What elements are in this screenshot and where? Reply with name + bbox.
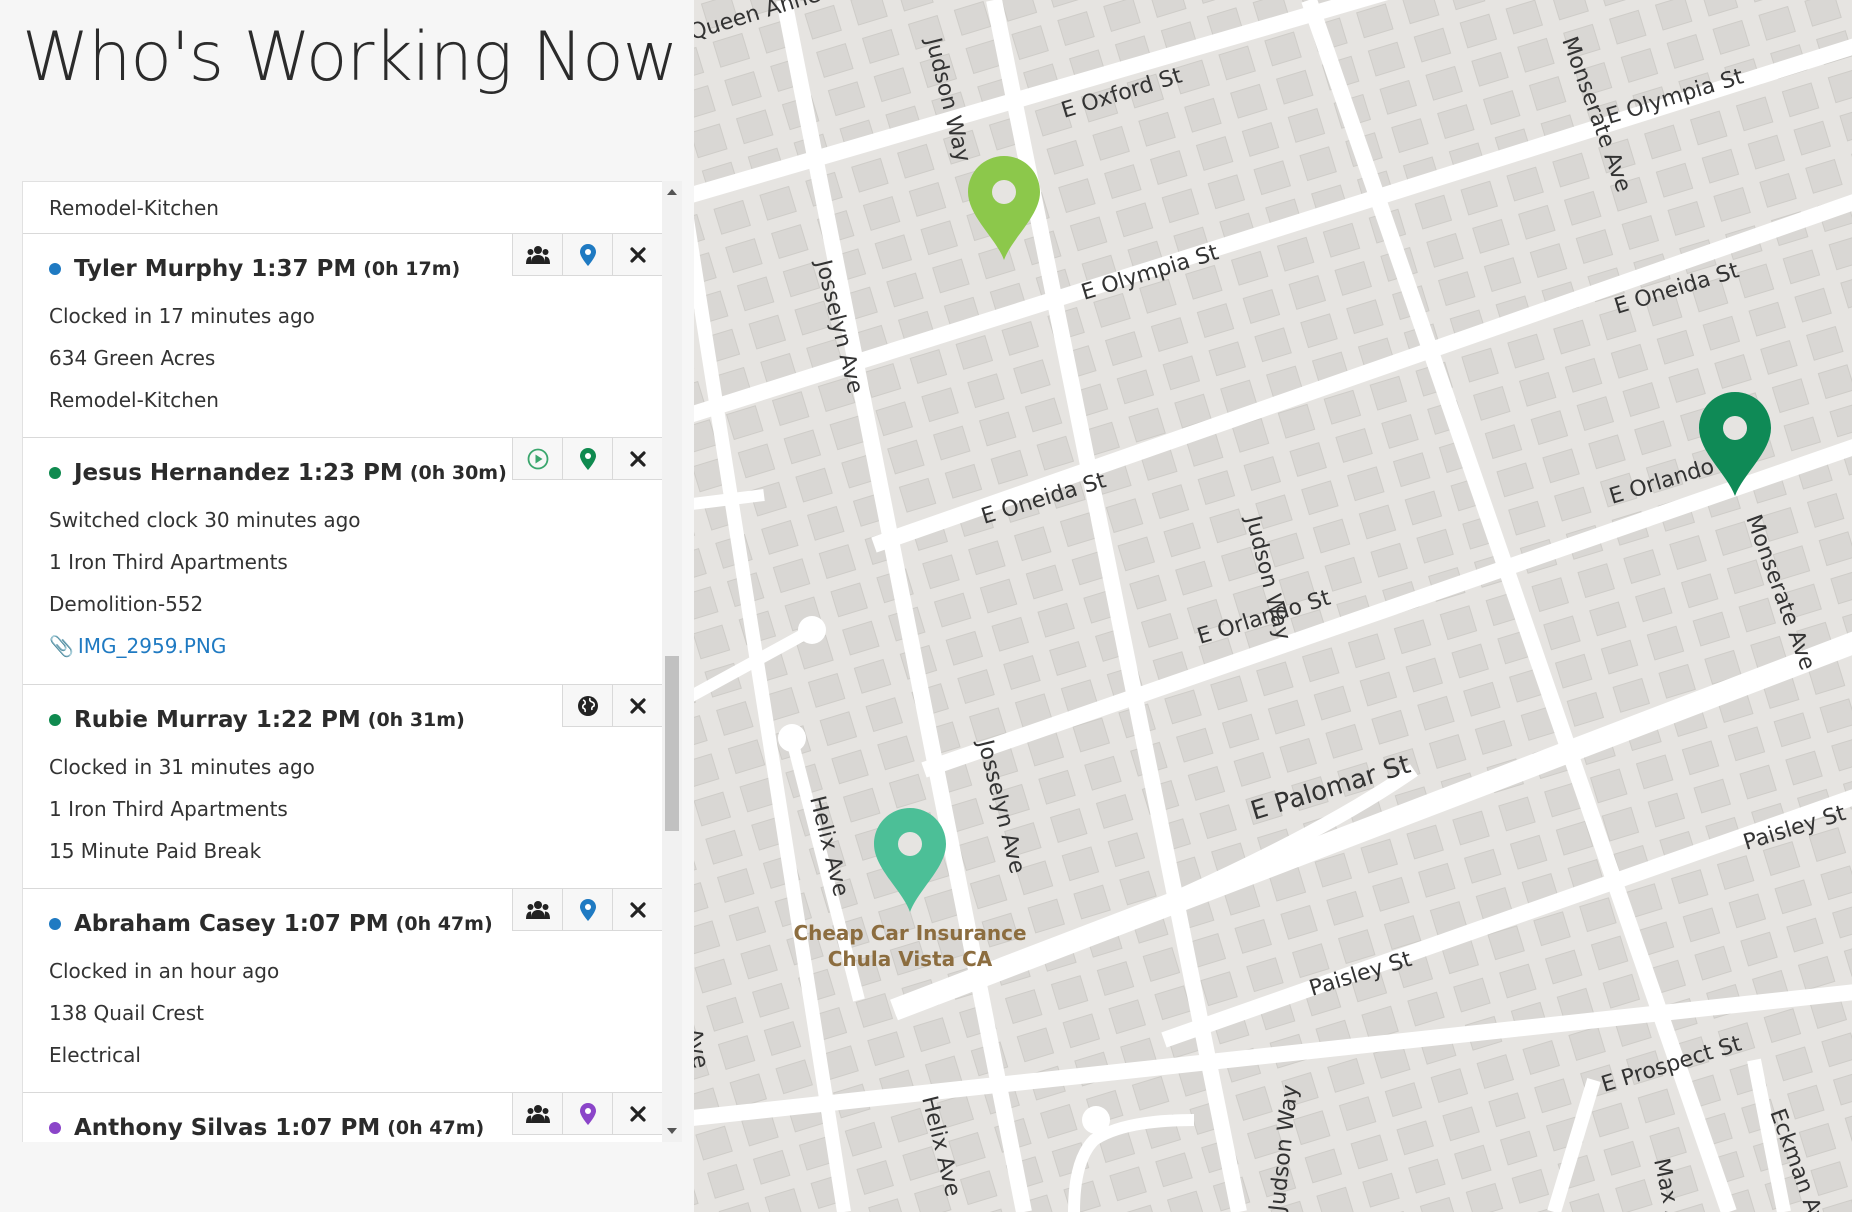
clock-time: 1:07 PM [275,1115,381,1141]
paperclip-icon: 📎 [49,634,74,658]
entry-status: Clocked in an hour ago [49,959,280,983]
entry-actions [562,685,662,727]
list-item[interactable]: Remodel-Kitchen [23,182,662,234]
employee-name-text: Rubie Murray [74,707,248,733]
map-pin-icon[interactable] [563,1093,613,1134]
attachment-link[interactable]: 📎 IMG_2959.PNG [49,634,226,658]
employee-name[interactable]: Rubie Murray 1:22 PM (0h 31m) [49,707,465,733]
entry-location: 634 Green Acres [49,346,216,370]
entry-actions [512,889,662,931]
map-view[interactable]: Queen Anne Dr E Oxford St E Olympia St E… [694,0,1852,1212]
list-item[interactable]: Tyler Murphy 1:37 PM (0h 17m) Clocked in… [23,234,662,438]
entry-job: Demolition-552 [49,592,204,616]
employee-list[interactable]: Remodel-Kitchen Tyler Murphy 1:37 PM (0h… [22,181,662,1142]
page-title: Who's Working Now [22,18,678,97]
employee-name-text: Abraham Casey [74,911,276,937]
entry-location: 1 Iron Third Apartments [49,797,288,821]
entry-status: Clocked in 31 minutes ago [49,755,315,779]
group-icon[interactable] [513,234,563,275]
map-canvas: Queen Anne Dr E Oxford St E Olympia St E… [694,0,1852,1212]
duration: (0h 47m) [387,1117,485,1139]
clock-time: 1:22 PM [255,707,361,733]
group-icon[interactable] [513,1093,563,1134]
entry-location: 138 Quail Crest [49,1001,204,1025]
status-dot [49,263,61,275]
entry-status: Switched clock 30 minutes ago [49,508,361,532]
employee-name[interactable]: Jesus Hernandez 1:23 PM (0h 30m) [49,460,507,486]
employee-name[interactable]: Anthony Silvas 1:07 PM (0h 47m) [49,1115,484,1141]
play-circle-icon[interactable] [513,438,563,479]
clock-time: 1:37 PM [251,256,357,282]
globe-icon[interactable] [563,685,613,726]
duration: (0h 47m) [395,913,493,935]
entry-location: 1 Iron Third Apartments [49,550,288,574]
entry-actions [512,438,662,480]
list-item[interactable]: Rubie Murray 1:22 PM (0h 31m) Clocked in… [23,685,662,889]
map-pin-icon[interactable] [563,234,613,275]
entry-job: 15 Minute Paid Break [49,839,262,863]
status-dot [49,918,61,930]
close-icon[interactable] [613,685,662,726]
employee-name-text: Jesus Hernandez [74,460,290,486]
status-dot [49,1122,61,1134]
map-pin-icon[interactable] [563,889,613,930]
list-scrollbar[interactable] [662,181,682,1142]
clock-time: 1:07 PM [283,911,389,937]
employee-name-text: Tyler Murphy [74,256,244,282]
duration: (0h 31m) [367,709,465,731]
duration: (0h 17m) [363,258,461,280]
close-icon[interactable] [613,1093,662,1134]
entry-actions [512,234,662,276]
status-dot [49,467,61,479]
entry-job: Remodel-Kitchen [49,196,219,220]
entry-status: Clocked in 17 minutes ago [49,304,315,328]
poi-label-line2: Chula Vista CA [828,947,993,971]
attachment-filename: IMG_2959.PNG [77,634,227,658]
left-panel: Who's Working Now Remodel-Kitchen Tyler … [0,0,694,1212]
scroll-thumb[interactable] [665,656,679,831]
entry-job: Electrical [49,1043,141,1067]
employee-name[interactable]: Abraham Casey 1:07 PM (0h 47m) [49,911,493,937]
list-item[interactable]: Jesus Hernandez 1:23 PM (0h 30m) Switche… [23,438,662,685]
scroll-up-arrow-icon[interactable] [667,189,677,195]
close-icon[interactable] [613,889,662,930]
entry-job: Remodel-Kitchen [49,388,219,412]
map-pin-icon[interactable] [563,438,613,479]
duration: (0h 30m) [409,462,507,484]
list-item[interactable]: Abraham Casey 1:07 PM (0h 47m) Clocked i… [23,889,662,1093]
scroll-down-arrow-icon[interactable] [667,1128,677,1134]
clock-time: 1:23 PM [297,460,403,486]
close-icon[interactable] [613,234,662,275]
poi-label-line1: Cheap Car Insurance [793,921,1026,945]
entry-actions [512,1093,662,1135]
list-item[interactable]: Anthony Silvas 1:07 PM (0h 47m) [23,1093,662,1142]
close-icon[interactable] [613,438,662,479]
status-dot [49,714,61,726]
employee-name-text: Anthony Silvas [74,1115,268,1141]
group-icon[interactable] [513,889,563,930]
employee-name[interactable]: Tyler Murphy 1:37 PM (0h 17m) [49,256,460,282]
